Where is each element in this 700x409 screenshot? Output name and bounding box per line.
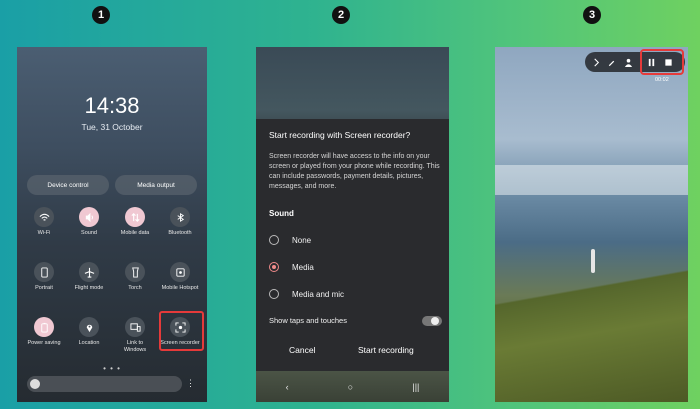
link-windows-icon	[125, 317, 145, 337]
tile-portrait[interactable]: Portrait	[24, 262, 64, 292]
tile-mobile-hotspot[interactable]: Mobile Hotspot	[160, 262, 200, 292]
pause-stop-highlight	[640, 49, 684, 75]
recording-in-progress-panel: 00:02	[495, 47, 688, 402]
sound-section-label: Sound	[269, 209, 294, 218]
radio-label: Media and mic	[292, 289, 345, 299]
mobile-data-icon	[125, 207, 145, 227]
radio-media-and-mic[interactable]: Media and mic	[269, 288, 439, 300]
tile-mobile-data[interactable]: Mobile data	[115, 207, 155, 237]
tile-power-saving[interactable]: Power saving	[24, 317, 64, 347]
hotspot-icon	[170, 262, 190, 282]
recording-timer: 00:02	[655, 77, 669, 83]
navigation-bar: ‹ ○ |||	[256, 371, 449, 402]
radio-label: None	[292, 235, 312, 245]
radio-button[interactable]	[269, 235, 279, 245]
tile-label: Sound	[81, 230, 97, 236]
back-icon[interactable]: ‹	[286, 382, 289, 392]
airplane-icon	[79, 262, 99, 282]
device-control-button[interactable]: Device control	[27, 175, 109, 195]
cloud-layer	[495, 165, 688, 195]
dialog-title: Start recording with Screen recorder?	[269, 130, 411, 140]
clock: 14:38	[84, 93, 140, 118]
bluetooth-icon	[170, 207, 190, 227]
tile-label: Mobile Hotspot	[161, 285, 199, 291]
more-options-icon[interactable]: ⋮	[186, 378, 195, 389]
torch-icon	[125, 262, 145, 282]
battery-icon	[34, 317, 54, 337]
person-figure	[591, 249, 595, 273]
tile-label: Wi-Fi	[37, 230, 51, 236]
person-icon[interactable]	[622, 56, 634, 68]
radio-button[interactable]	[269, 262, 279, 272]
speaker-icon	[79, 207, 99, 227]
tile-location[interactable]: Location	[69, 317, 109, 347]
step-1-badge: 1	[92, 6, 110, 24]
quick-settings-panel: 14:38 Tue, 31 October Device control Med…	[17, 47, 207, 402]
tile-flight-mode[interactable]: Flight mode	[69, 262, 109, 292]
wifi-icon	[34, 207, 54, 227]
tile-bluetooth[interactable]: Bluetooth	[160, 207, 200, 237]
tile-label: Power saving	[27, 340, 61, 346]
start-recording-button[interactable]: Start recording	[358, 345, 414, 355]
location-icon	[79, 317, 99, 337]
tile-label: Torch	[128, 285, 142, 291]
page-indicator: • • •	[103, 364, 121, 373]
tile-sound[interactable]: Sound	[69, 207, 109, 237]
tile-wifi[interactable]: Wi-Fi	[24, 207, 64, 237]
radio-button[interactable]	[269, 289, 279, 299]
tile-label: Link to Windows	[123, 340, 147, 353]
tile-label: Bluetooth	[168, 230, 192, 236]
portrait-lock-icon	[34, 262, 54, 282]
tile-label: Mobile data	[120, 230, 150, 236]
date: Tue, 31 October	[81, 122, 143, 132]
step-3-badge: 3	[583, 6, 601, 24]
step-2-badge: 2	[332, 6, 350, 24]
chevron-right-icon[interactable]	[590, 56, 602, 68]
dialog-description: Screen recorder will have access to the …	[269, 153, 440, 191]
radio-label: Media	[292, 262, 314, 272]
radio-media[interactable]: Media	[269, 261, 439, 273]
tile-label: Portrait	[35, 285, 53, 291]
brightness-icon[interactable]	[30, 379, 40, 389]
tile-label: Location	[78, 340, 100, 346]
tile-label: Flight mode	[74, 285, 104, 291]
brightness-slider[interactable]	[27, 376, 182, 392]
pen-icon[interactable]	[605, 56, 617, 68]
screen-recorder-dialog-panel: Start recording with Screen recorder? Sc…	[256, 47, 449, 402]
show-taps-toggle[interactable]	[422, 316, 442, 326]
cancel-button[interactable]: Cancel	[289, 345, 315, 355]
tile-torch[interactable]: Torch	[115, 262, 155, 292]
radio-none[interactable]: None	[269, 234, 439, 246]
screen-recorder-highlight	[159, 311, 204, 351]
home-icon[interactable]: ○	[348, 382, 353, 392]
media-output-button[interactable]: Media output	[115, 175, 197, 195]
recents-icon[interactable]: |||	[412, 382, 419, 392]
tile-link-to-windows[interactable]: Link to Windows	[115, 317, 155, 354]
show-taps-label: Show taps and touches	[269, 316, 347, 325]
